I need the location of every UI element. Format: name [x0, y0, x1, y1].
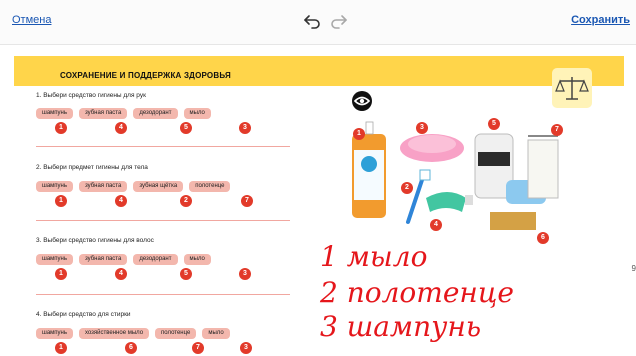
- redo-icon[interactable]: [329, 12, 349, 30]
- handwritten-answers: 1 мыло 2 полотенце 3 шампунь: [319, 240, 514, 343]
- question-3-text: 3. Выбери средство гигиены для волос: [36, 237, 154, 244]
- picture-number-badge: 1: [353, 128, 365, 140]
- question-2-options: шампунь зубная паста зубная щётка полоте…: [36, 181, 231, 193]
- option-chip[interactable]: дезодорант: [133, 254, 178, 265]
- picture-number-badge: 7: [551, 124, 563, 136]
- option-chip[interactable]: хозяйственное мыло: [78, 328, 150, 339]
- option-chip[interactable]: зубная паста: [78, 108, 128, 119]
- picture-number-badge: 5: [488, 118, 500, 130]
- section-divider: [36, 294, 290, 295]
- option-chip[interactable]: шампунь: [36, 254, 73, 265]
- answer-number-badge: 5: [180, 122, 192, 134]
- option-chip[interactable]: мыло: [183, 254, 211, 265]
- option-chip[interactable]: шампунь: [36, 328, 73, 339]
- answer-number-badge: 1: [55, 268, 67, 280]
- hygiene-items-illustration: [352, 121, 559, 230]
- section-divider: [36, 220, 290, 221]
- answer-number-badge: 3: [240, 342, 252, 354]
- answer-number-badge: 7: [192, 342, 204, 354]
- answer-number-badge: 1: [55, 342, 67, 354]
- scales-icon: [552, 68, 592, 108]
- answer-number-badge: 6: [125, 342, 137, 354]
- toothbrush: [406, 169, 431, 224]
- answer-number-badge: 2: [180, 195, 192, 207]
- question-1-options: шампунь зубная паста дезодорант мыло: [36, 108, 211, 120]
- option-chip[interactable]: зубная паста: [78, 254, 128, 265]
- toothpaste: [426, 192, 473, 212]
- answer-number-badge: 5: [180, 268, 192, 280]
- option-chip[interactable]: зубная щётка: [133, 181, 184, 192]
- cancel-button[interactable]: Отмена: [12, 14, 51, 26]
- answer-number-badge: 1: [55, 195, 67, 207]
- answer-number-badge: 1: [55, 122, 67, 134]
- option-chip[interactable]: полотенце: [189, 181, 231, 192]
- option-chip[interactable]: мыло: [183, 108, 211, 119]
- undo-icon[interactable]: [302, 12, 322, 30]
- option-chip[interactable]: шампунь: [36, 108, 73, 119]
- worksheet-title: СОХРАНЕНИЕ И ПОДДЕРЖКА ЗДОРОВЬЯ: [60, 71, 231, 80]
- answer-number-badge: 3: [239, 268, 251, 280]
- soap-dish: [400, 134, 464, 162]
- handwriting-line: 1 мыло: [320, 240, 427, 273]
- answer-number-badge: 7: [241, 195, 253, 207]
- editor-toolbar: Отмена Сохранить: [0, 0, 636, 45]
- answer-number-badge: 4: [115, 268, 127, 280]
- question-4-text: 4. Выбери средство для стирки: [36, 311, 131, 318]
- answer-number-badge: 4: [115, 195, 127, 207]
- option-chip[interactable]: дезодорант: [133, 108, 178, 119]
- picture-number-badge: 3: [416, 122, 428, 134]
- question-2-text: 2. Выбери предмет гигиены для тела: [36, 164, 148, 171]
- handwriting-line: 3 шампунь: [320, 310, 481, 343]
- picture-number-badge: 2: [401, 182, 413, 194]
- answer-number-badge: 3: [239, 122, 251, 134]
- option-chip[interactable]: шампунь: [36, 181, 73, 192]
- question-3-options: шампунь зубная паста дезодорант мыло: [36, 254, 211, 266]
- edge-indicator: 9: [631, 264, 636, 273]
- handwriting-line: 2 полотенце: [319, 276, 514, 309]
- option-chip[interactable]: полотенце: [155, 328, 197, 339]
- eye-icon[interactable]: [352, 91, 372, 111]
- question-1-text: 1. Выбери средство гигиены для рук: [36, 92, 146, 99]
- save-button[interactable]: Сохранить: [571, 14, 630, 26]
- question-4-options: шампунь хозяйственное мыло полотенце мыл…: [36, 328, 230, 340]
- option-chip[interactable]: зубная паста: [78, 181, 128, 192]
- answer-number-badge: 4: [115, 122, 127, 134]
- section-divider: [36, 146, 290, 147]
- towel: [527, 135, 559, 199]
- option-chip[interactable]: мыло: [202, 328, 230, 339]
